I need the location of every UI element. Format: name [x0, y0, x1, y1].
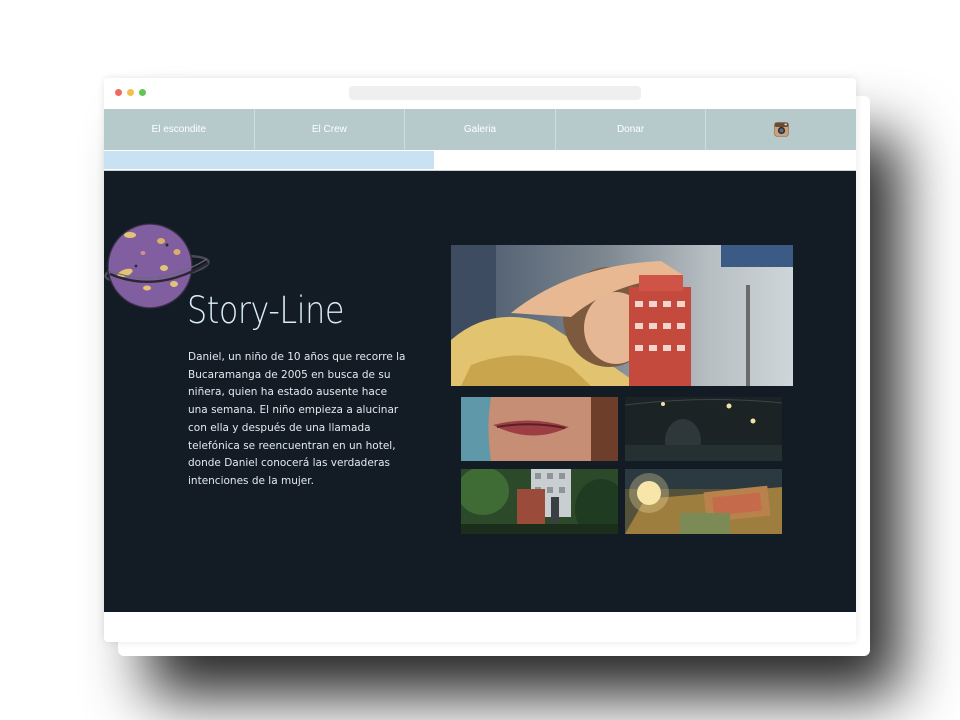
nav-item-donar[interactable]: Donar: [556, 109, 707, 150]
gallery-photo-child-city[interactable]: [461, 469, 618, 534]
nav-item-instagram[interactable]: [706, 109, 856, 150]
decorative-strip: [104, 150, 856, 171]
address-bar[interactable]: [349, 86, 641, 100]
gallery-photo-lips[interactable]: [461, 397, 618, 461]
gallery-photo-table-light[interactable]: [625, 469, 782, 534]
nav-item-label: Donar: [616, 124, 645, 135]
decorative-strip-accent: [104, 151, 434, 169]
main-nav: El escondite El Crew Galeria Donar: [104, 109, 856, 150]
instagram-icon: [773, 122, 789, 137]
nav-item-label: Galeria: [463, 124, 497, 135]
minimize-window-button[interactable]: [127, 89, 134, 96]
browser-titlebar: [104, 78, 856, 108]
nav-item-el-crew[interactable]: El Crew: [255, 109, 406, 150]
nav-item-label: El escondite: [151, 124, 207, 135]
section-description: Daniel, un niño de 10 años que recorre l…: [188, 351, 406, 487]
nav-item-galeria[interactable]: Galeria: [405, 109, 556, 150]
gallery-photo-night-lights[interactable]: [625, 397, 782, 461]
maximize-window-button[interactable]: [139, 89, 146, 96]
nav-item-label: El Crew: [311, 124, 347, 135]
featured-photo[interactable]: [451, 245, 793, 386]
nav-item-el-escondite[interactable]: El escondite: [104, 109, 255, 150]
section-title: Story-Line: [187, 289, 345, 332]
browser-window: El escondite El Crew Galeria Donar Story…: [104, 78, 856, 642]
close-window-button[interactable]: [115, 89, 122, 96]
storyline-section: Story-Line Daniel, un niño de 10 años qu…: [104, 171, 856, 612]
